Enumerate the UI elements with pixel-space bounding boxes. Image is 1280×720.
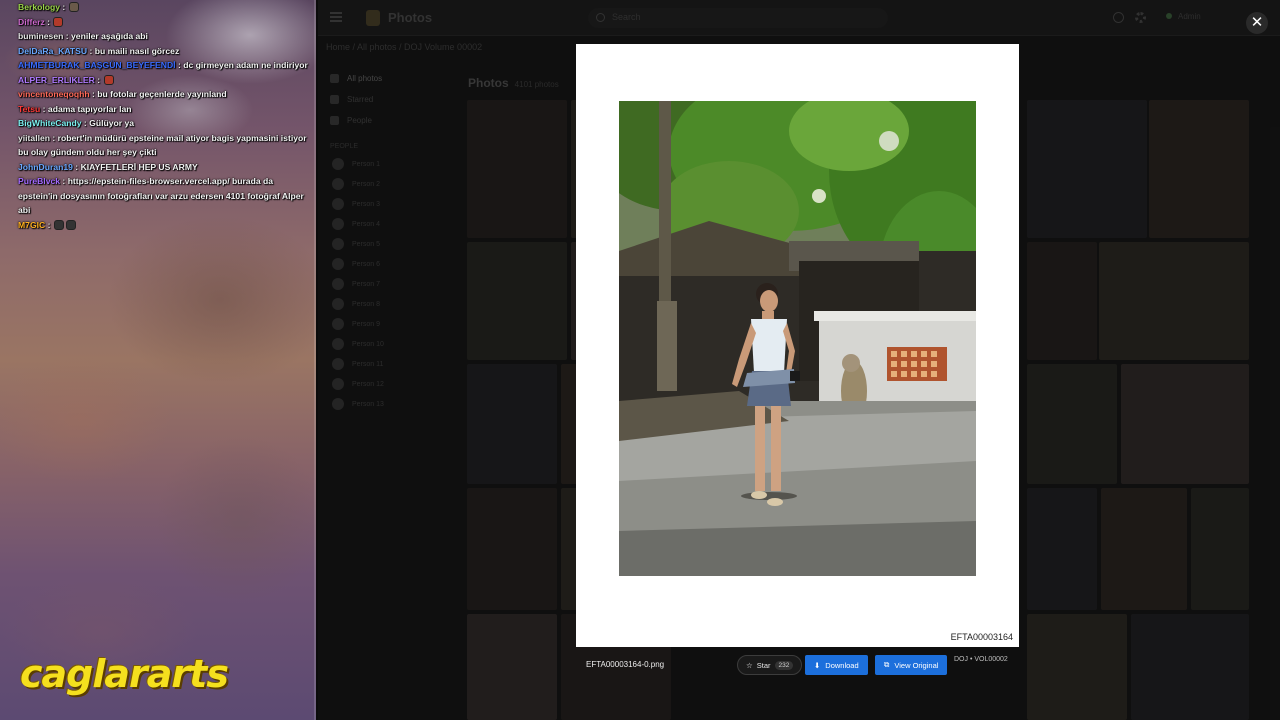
viewer-footer: EFTA00003164-0.png ☆ Star 232 ⬇ Download… xyxy=(576,654,1019,678)
screen: Berkology : Differz : buminesen : yenile… xyxy=(0,0,1280,720)
chat-message: JohnDuran19 : KIAYFETLERİ HEP US ARMY xyxy=(18,161,198,172)
chat-text: robert'in müdürü epsteine mail atiyor ba… xyxy=(18,132,307,158)
chat-emote-icon xyxy=(53,219,64,230)
chat-username[interactable]: BigWhiteCandy xyxy=(18,118,82,128)
chat-text: KIAYFETLERİ HEP US ARMY xyxy=(80,161,198,172)
chat-message: BigWhiteCandy : Gülüyor ya xyxy=(18,118,135,128)
chat-text: yeniler aşağıda abi xyxy=(71,31,148,41)
image-viewer: EFTA00003164 xyxy=(576,44,1019,647)
chat-username[interactable]: JohnDuran19 xyxy=(18,162,73,172)
close-button[interactable]: ✕ xyxy=(1246,12,1268,34)
chat-username[interactable]: PureBlvck xyxy=(18,176,60,186)
chat-message: Tetsu : adama tapıyorlar lan xyxy=(18,103,132,114)
chat-message: M7GIC : xyxy=(18,218,314,233)
chat-username[interactable]: M7GIC xyxy=(18,220,45,230)
chat-text: https://epstein-files-browser.vercel.app… xyxy=(18,176,304,215)
download-icon: ⬇ xyxy=(814,660,821,670)
chat-message: yiitallen : robert'in müdürü epsteine ma… xyxy=(18,132,307,158)
chat-text: bu maili nasıl görcez xyxy=(94,45,180,56)
close-icon: ✕ xyxy=(1250,14,1264,31)
chat-username[interactable]: buminesen xyxy=(18,31,63,41)
chat-message: DelDaRa_KATSU : bu maili nasıl görcez xyxy=(18,45,180,56)
star-count: 232 xyxy=(774,660,794,670)
chat-text: dc girmeyen adam ne indiriyor xyxy=(183,60,308,70)
streamer-logo: caglararts xyxy=(20,652,229,696)
star-button[interactable]: ☆ Star 232 xyxy=(737,655,803,675)
chat-message: vincentoneqoqhh : bu fotolar geçenlerde … xyxy=(18,89,227,99)
chat-username[interactable]: Differz xyxy=(18,17,45,27)
collection-tag: DOJ • VOL00002 xyxy=(954,656,1008,663)
photo-id-label: EFTA00003164 xyxy=(950,632,1013,642)
view-original-button[interactable]: ⧉ View Original xyxy=(875,655,948,675)
chat-message: ALPER_ERLIKLER : xyxy=(18,73,314,88)
chat-text: Gülüyor ya xyxy=(89,118,135,128)
chat-text: bu fotolar geçenlerde yayınland xyxy=(97,89,227,99)
star-label: Star xyxy=(756,660,771,670)
chat-username[interactable]: vincentoneqoqhh xyxy=(18,89,90,99)
chat-username[interactable]: ALPER_ERLIKLER xyxy=(18,75,95,85)
chat-username[interactable]: yiitallen xyxy=(18,133,50,143)
chat-emote-icon xyxy=(68,2,79,12)
external-link-icon: ⧉ xyxy=(884,660,890,669)
download-label: Download xyxy=(825,660,859,670)
chat-message: AHMETBURAK_BAŞGÜN_BEYEFENDİ : dc girmeye… xyxy=(18,60,308,70)
chat-username[interactable]: Tetsu xyxy=(18,104,40,114)
chat-list: Berkology : Differz : buminesen : yenile… xyxy=(18,0,314,232)
chat-username[interactable]: Berkology xyxy=(18,2,60,12)
photo-illustration xyxy=(619,101,976,576)
chat-text: adama tapıyorlar lan xyxy=(47,103,132,114)
chat-emote-icon xyxy=(103,74,114,85)
chat-emote-icon xyxy=(53,16,64,27)
chat-message: buminesen : yeniler aşağıda abi xyxy=(18,31,148,41)
stream-overlay: Berkology : Differz : buminesen : yenile… xyxy=(0,0,316,720)
file-name: EFTA00003164-0.png xyxy=(586,660,665,669)
download-button[interactable]: ⬇ Download xyxy=(805,655,868,675)
chat-emote-icon xyxy=(65,219,76,230)
photo-image[interactable] xyxy=(619,101,976,576)
chat-message: Berkology : xyxy=(18,0,314,15)
chat-username[interactable]: AHMETBURAK_BAŞGÜN_BEYEFENDİ xyxy=(18,60,176,70)
star-icon: ☆ xyxy=(746,660,753,670)
view-original-label: View Original xyxy=(894,660,939,670)
chat-message: PureBlvck : https://epstein-files-browse… xyxy=(18,176,304,215)
chat-message: Differz : xyxy=(18,15,314,30)
chat-username[interactable]: DelDaRa_KATSU xyxy=(18,46,87,56)
